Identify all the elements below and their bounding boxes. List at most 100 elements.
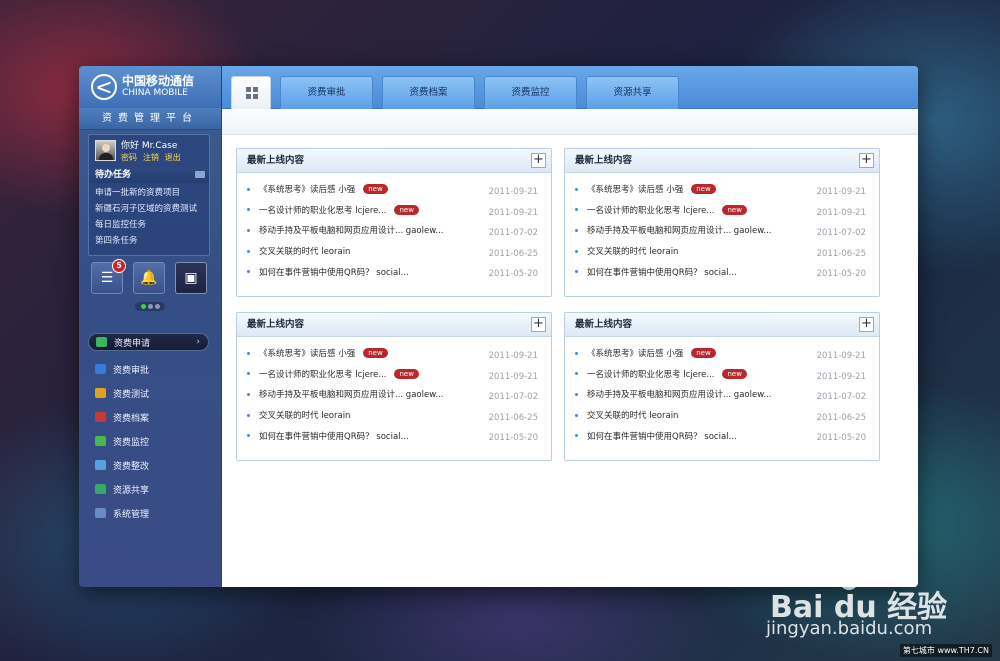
expand-plus-icon[interactable]: + [531, 317, 546, 332]
item-title[interactable]: 移动手持及平板电脑和网页应用设计... gaolew... [587, 388, 771, 400]
list-item[interactable]: 移动手持及平板电脑和网页应用设计... gaolew... 2011-07-02 [575, 384, 879, 405]
page-dot[interactable] [154, 304, 160, 309]
list-item[interactable]: 一名设计师的职业化思考 lcjere... new 2011-09-21 [247, 364, 551, 385]
bullet-icon [575, 434, 578, 438]
list-item[interactable]: 交叉关联的时代 leorain 2011-06-25 [247, 405, 551, 426]
item-title[interactable]: 一名设计师的职业化思考 lcjere... [259, 204, 386, 216]
password-link[interactable]: 密码 [121, 153, 137, 162]
tab-fee-monitor[interactable]: 资费监控 [484, 76, 577, 109]
panel-title: 最新上线内容 [575, 319, 633, 330]
fee-archive-icon [95, 412, 106, 422]
sidebar-item-fee-archive[interactable]: 资费档案 [79, 405, 221, 429]
sidebar-item-fee-test[interactable]: 资费测试 [79, 381, 221, 405]
todo-item[interactable]: 每日监控任务 [95, 217, 209, 233]
alert-button[interactable]: 🔔 [133, 262, 165, 294]
page-dot[interactable] [147, 304, 153, 309]
item-title[interactable]: 交叉关联的时代 leorain [259, 245, 350, 257]
sidebar-item-fee-monitor[interactable]: 资费监控 [79, 429, 221, 453]
fee-rectify-icon [95, 460, 106, 470]
grid-icon [246, 87, 258, 99]
item-date: 2011-09-21 [816, 207, 866, 218]
expand-plus-icon[interactable]: + [859, 317, 874, 332]
item-title[interactable]: 《系统思考》读后感 小强 [587, 183, 683, 195]
sidebar-item-resource-share[interactable]: 资源共享 [79, 477, 221, 501]
resource-share-icon [95, 484, 106, 494]
item-date: 2011-05-20 [816, 433, 866, 444]
user-greeting: 你好 Mr.Case [121, 141, 178, 151]
list-item[interactable]: 移动手持及平板电脑和网页应用设计... gaolew... 2011-07-02 [247, 220, 551, 241]
item-title[interactable]: 移动手持及平板电脑和网页应用设计... gaolew... [259, 224, 443, 236]
sidebar-item-system-admin[interactable]: 系统管理 [79, 501, 221, 525]
page-indicator[interactable] [135, 302, 165, 311]
list-item[interactable]: 交叉关联的时代 leorain 2011-06-25 [247, 241, 551, 262]
item-title[interactable]: 如何在事件营销中使用QR码？ social... [587, 430, 737, 442]
sidebar-item-fee-approval[interactable]: 资费审批 [79, 357, 221, 381]
item-title[interactable]: 《系统思考》读后感 小强 [587, 347, 683, 359]
list-item[interactable]: 《系统思考》读后感 小强 new 2011-09-21 [575, 179, 879, 200]
item-title[interactable]: 一名设计师的职业化思考 lcjere... [587, 368, 714, 380]
list-item[interactable]: 移动手持及平板电脑和网页应用设计... gaolew... 2011-07-02 [575, 220, 879, 241]
list-item[interactable]: 《系统思考》读后感 小强 new 2011-09-21 [247, 179, 551, 200]
sidebar-item-fee-application[interactable]: 资费申请 › [88, 333, 209, 351]
list-item[interactable]: 如何在事件营销中使用QR码？ social... 2011-05-20 [247, 261, 551, 282]
sidebar-item-fee-rectify[interactable]: 资费整改 [79, 453, 221, 477]
item-date: 2011-05-20 [488, 433, 538, 444]
item-title[interactable]: 一名设计师的职业化思考 lcjere... [259, 368, 386, 380]
page-dot-active[interactable] [140, 304, 146, 309]
bullet-icon [575, 270, 578, 274]
list-item[interactable]: 一名设计师的职业化思考 lcjere... new 2011-09-21 [575, 364, 879, 385]
tab-bar: 资费审批 资费档案 资费监控 资源共享 [222, 66, 918, 109]
bullet-icon [575, 228, 578, 232]
item-title[interactable]: 一名设计师的职业化思考 lcjere... [587, 204, 714, 216]
collapse-icon[interactable] [195, 171, 205, 178]
task-list-button[interactable]: ☰ 5 [91, 259, 126, 294]
presentation-button[interactable]: ▣ [175, 262, 207, 294]
logout-link[interactable]: 注销 [143, 153, 159, 162]
list-item[interactable]: 交叉关联的时代 leorain 2011-06-25 [575, 405, 879, 426]
tab-home[interactable] [231, 76, 271, 109]
list-item[interactable]: 移动手持及平板电脑和网页应用设计... gaolew... 2011-07-02 [247, 384, 551, 405]
fee-monitor-icon [95, 436, 106, 446]
sidebar-item-label: 资费监控 [113, 437, 150, 448]
content-panel: 最新上线内容 + 《系统思考》读后感 小强 new 2011-09-21 一名设计师的… [564, 312, 880, 461]
list-item[interactable]: 一名设计师的职业化思考 lcjere... new 2011-09-21 [247, 200, 551, 221]
item-title[interactable]: 如何在事件营销中使用QR码？ social... [259, 430, 409, 442]
item-title[interactable]: 如何在事件营销中使用QR码？ social... [259, 266, 409, 278]
list-item[interactable]: 如何在事件营销中使用QR码？ social... 2011-05-20 [575, 261, 879, 282]
expand-plus-icon[interactable]: + [859, 153, 874, 168]
todo-item[interactable]: 新疆石河子区域的资费测试 [95, 201, 209, 217]
logo-en-text: CHINA MOBILE [122, 88, 188, 98]
item-title[interactable]: 移动手持及平板电脑和网页应用设计... gaolew... [587, 224, 771, 236]
new-badge: new [394, 204, 419, 215]
tab-resource-share[interactable]: 资源共享 [586, 76, 679, 109]
item-date: 2011-06-25 [816, 412, 866, 423]
tab-fee-archive[interactable]: 资费档案 [382, 76, 475, 109]
exit-link[interactable]: 退出 [165, 153, 181, 162]
bullet-icon [247, 351, 250, 355]
list-item[interactable]: 《系统思考》读后感 小强 new 2011-09-21 [575, 343, 879, 364]
item-date: 2011-09-21 [816, 351, 866, 361]
item-title[interactable]: 《系统思考》读后感 小强 [259, 347, 355, 359]
item-date: 2011-09-21 [488, 351, 538, 361]
item-title[interactable]: 交叉关联的时代 leorain [587, 409, 678, 421]
todo-item[interactable]: 第四条任务 [95, 233, 209, 249]
quick-actions: ☰ 5 🔔 ▣ [91, 259, 207, 294]
list-item[interactable]: 如何在事件营销中使用QR码？ social... 2011-05-20 [575, 425, 879, 446]
new-badge: new [722, 204, 747, 215]
item-title[interactable]: 交叉关联的时代 leorain [259, 409, 350, 421]
list-item[interactable]: 《系统思考》读后感 小强 new 2011-09-21 [247, 343, 551, 364]
expand-plus-icon[interactable]: + [531, 153, 546, 168]
sidebar-menu: 资费申请 › 资费审批 资费测试 资费档案 资费监控 资费整改 资源共享 系统管… [79, 333, 221, 525]
list-item[interactable]: 如何在事件营销中使用QR码？ social... 2011-05-20 [247, 425, 551, 446]
item-date: 2011-06-25 [816, 248, 866, 259]
todo-item[interactable]: 申请一批新的资费项目 [95, 185, 209, 201]
list-item[interactable]: 一名设计师的职业化思考 lcjere... new 2011-09-21 [575, 200, 879, 221]
list-item[interactable]: 交叉关联的时代 leorain 2011-06-25 [575, 241, 879, 262]
item-title[interactable]: 如何在事件营销中使用QR码？ social... [587, 266, 737, 278]
sidebar-item-label: 资源共享 [113, 485, 150, 496]
item-title[interactable]: 移动手持及平板电脑和网页应用设计... gaolew... [259, 388, 443, 400]
corner-watermark: 第七城市 www.TH7.CN [899, 644, 992, 657]
item-title[interactable]: 交叉关联的时代 leorain [587, 245, 678, 257]
tab-fee-approval[interactable]: 资费审批 [280, 76, 373, 109]
item-title[interactable]: 《系统思考》读后感 小强 [259, 183, 355, 195]
